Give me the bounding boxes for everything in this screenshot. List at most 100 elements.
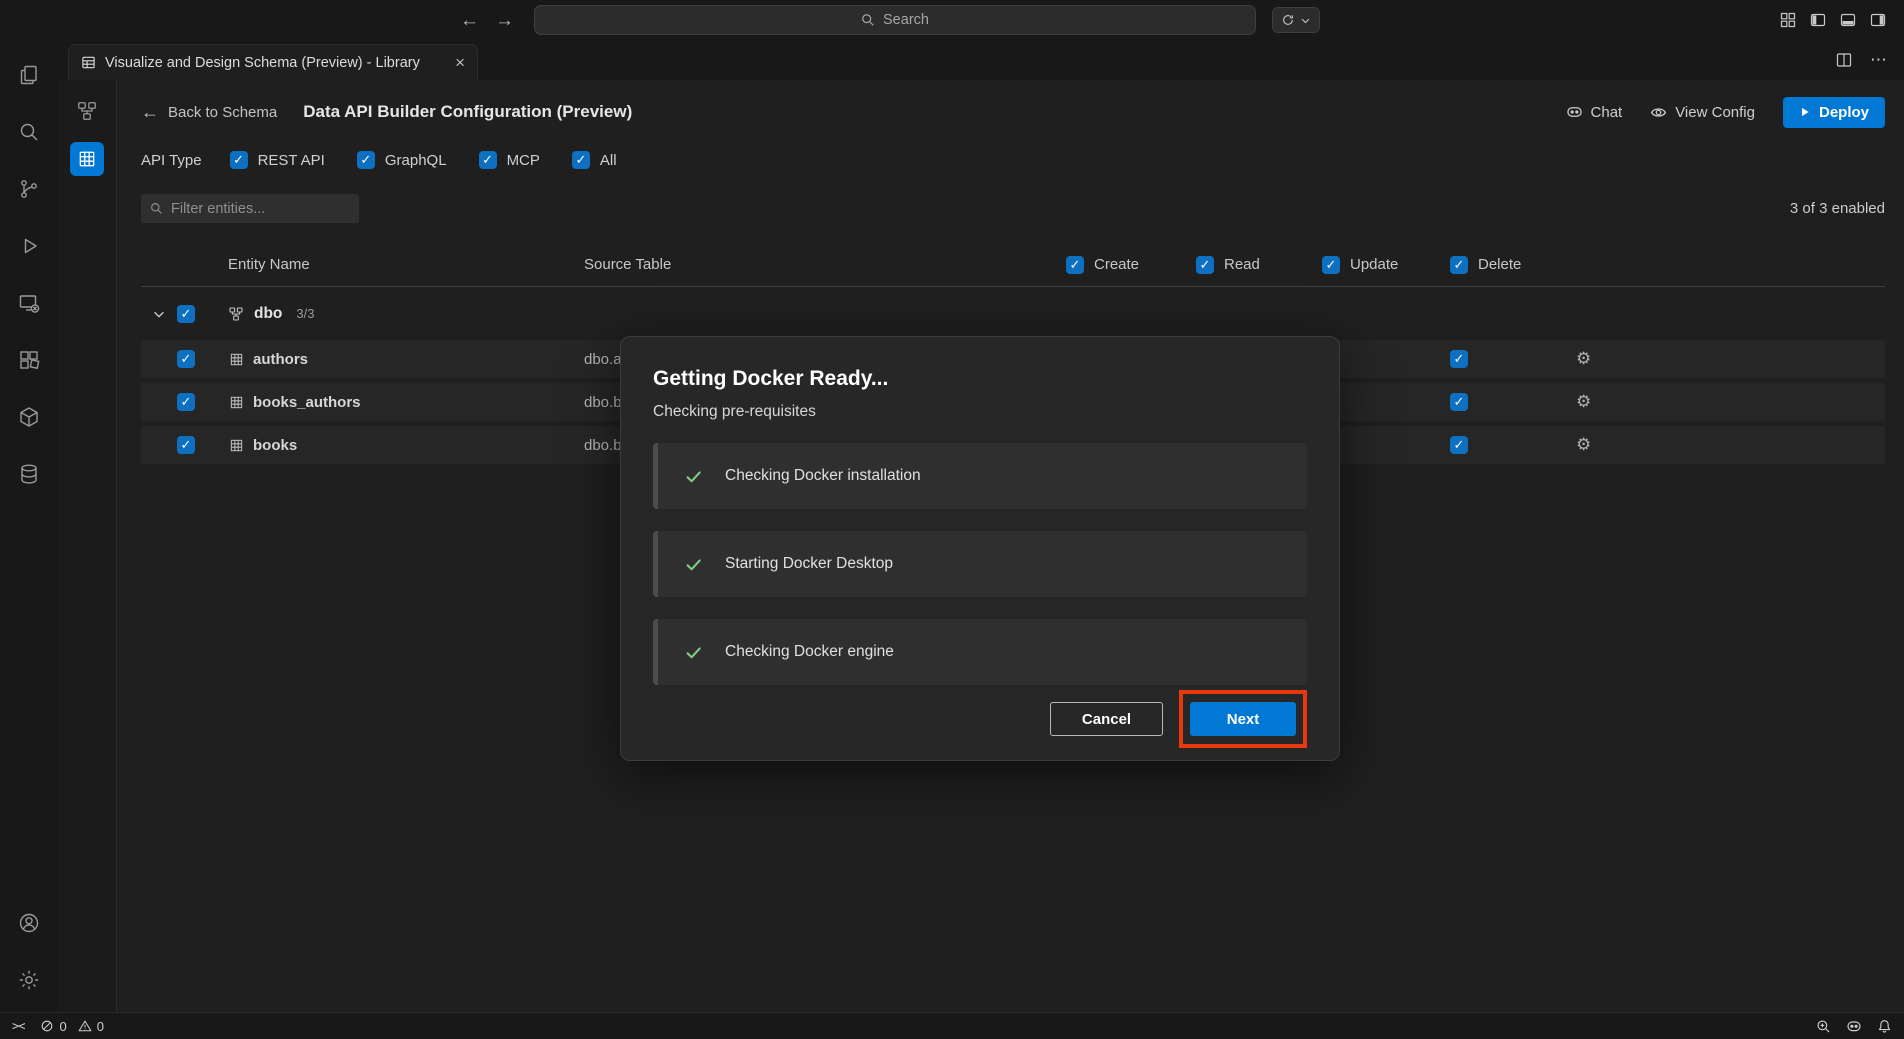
deploy-label: Deploy <box>1819 104 1869 121</box>
tab-title: Visualize and Design Schema (Preview) - … <box>105 55 446 71</box>
authors-delete-checkbox[interactable] <box>1450 350 1468 368</box>
toggle-panel-icon[interactable] <box>1840 12 1856 28</box>
api-option-all: All <box>572 151 617 169</box>
designer-toolbar <box>58 80 117 1012</box>
entity-name: authors <box>253 351 308 368</box>
enabled-count: 3 of 3 enabled <box>1790 200 1885 217</box>
vscode-window: ← → Search <box>0 0 1904 1039</box>
view-config-label: View Config <box>1675 104 1755 121</box>
books-checkbox[interactable] <box>177 436 195 454</box>
nav-back-icon[interactable]: ← <box>460 11 479 30</box>
zoom-in-icon[interactable] <box>1816 1019 1831 1034</box>
tab-visualize-design-schema[interactable]: Visualize and Design Schema (Preview) - … <box>68 44 478 80</box>
history-nav: ← → <box>460 11 514 30</box>
command-center-search[interactable]: Search <box>534 5 1256 35</box>
toggle-sidebar-left-icon[interactable] <box>1810 12 1826 28</box>
column-source-table: Source Table <box>584 256 1066 273</box>
delete-cell <box>1450 350 1570 368</box>
table-icon <box>229 395 244 410</box>
chevron-down-icon[interactable] <box>152 307 166 321</box>
remote-indicator[interactable]: >< <box>12 1019 24 1033</box>
create-all-checkbox[interactable] <box>1066 256 1084 274</box>
chat-button[interactable]: Chat <box>1566 104 1623 121</box>
entity-name-cell: books <box>217 437 584 454</box>
nav-forward-icon[interactable]: → <box>495 11 514 30</box>
split-editor-icon[interactable] <box>1836 52 1852 68</box>
row-settings-gear-icon[interactable]: ⚙ <box>1576 435 1885 455</box>
schema-designer-tool[interactable] <box>70 94 104 128</box>
deploy-button[interactable]: Deploy <box>1783 97 1885 128</box>
books-authors-checkbox[interactable] <box>177 393 195 411</box>
dab-config-tool[interactable] <box>70 142 104 176</box>
activitybar-source-control[interactable] <box>0 160 58 217</box>
cancel-button[interactable]: Cancel <box>1050 702 1163 736</box>
bell-icon[interactable] <box>1877 1019 1892 1034</box>
row-settings-gear-icon[interactable]: ⚙ <box>1576 349 1885 369</box>
activitybar-explorer[interactable] <box>0 46 58 103</box>
group-name-cell: dbo 3/3 <box>217 305 584 323</box>
account-icon <box>17 911 41 935</box>
mcp-label: MCP <box>507 152 540 169</box>
more-actions-icon[interactable]: ⋯ <box>1870 50 1888 70</box>
tab-close-icon[interactable]: × <box>455 53 465 73</box>
schema-graph-icon <box>76 100 98 122</box>
titlebar: ← → Search <box>0 0 1904 40</box>
update-all-checkbox[interactable] <box>1322 256 1340 274</box>
back-label: Back to Schema <box>168 104 277 121</box>
table-config-icon <box>77 149 97 169</box>
chat-icon <box>1566 104 1583 121</box>
dialog-actions: Cancel Next <box>653 690 1307 748</box>
session-dropdown[interactable] <box>1272 7 1320 33</box>
update-label: Update <box>1350 256 1398 273</box>
source-control-icon <box>17 177 41 201</box>
activitybar-extensions[interactable] <box>0 331 58 388</box>
read-all-checkbox[interactable] <box>1196 256 1214 274</box>
group-count: 3/3 <box>296 306 314 321</box>
dbo-group-checkbox[interactable] <box>177 305 195 323</box>
column-entity-name: Entity Name <box>217 256 584 273</box>
copilot-icon[interactable] <box>1846 1018 1862 1034</box>
view-config-button[interactable]: View Config <box>1650 104 1755 121</box>
next-button[interactable]: Next <box>1190 702 1296 736</box>
status-bar: >< 0 0 <box>0 1012 1904 1039</box>
column-update: Update <box>1322 256 1450 274</box>
api-type-label: API Type <box>141 152 202 169</box>
step-docker-desktop: Starting Docker Desktop <box>653 531 1307 597</box>
problems-indicator[interactable]: 0 0 <box>40 1019 103 1034</box>
graphql-checkbox[interactable] <box>357 151 375 169</box>
activitybar-run-debug[interactable] <box>0 217 58 274</box>
extensions-icon <box>17 348 41 372</box>
group-name: dbo <box>254 305 282 323</box>
authors-checkbox[interactable] <box>177 350 195 368</box>
delete-all-checkbox[interactable] <box>1450 256 1468 274</box>
activitybar-account[interactable] <box>0 894 58 951</box>
books-authors-delete-checkbox[interactable] <box>1450 393 1468 411</box>
chevron-down-icon <box>1300 15 1311 26</box>
activitybar-settings[interactable] <box>0 951 58 1008</box>
rest-api-label: REST API <box>258 152 325 169</box>
row-checkbox-cell <box>177 436 217 454</box>
table-icon <box>229 438 244 453</box>
warning-triangle-icon <box>78 1019 92 1033</box>
all-checkbox[interactable] <box>572 151 590 169</box>
activitybar-remote-explorer[interactable] <box>0 274 58 331</box>
filter-entities-input[interactable] <box>171 201 350 217</box>
delete-cell <box>1450 393 1570 411</box>
rest-api-checkbox[interactable] <box>230 151 248 169</box>
activitybar-bottom <box>0 894 58 1012</box>
activitybar-database[interactable] <box>0 445 58 502</box>
activitybar-search[interactable] <box>0 103 58 160</box>
create-label: Create <box>1094 256 1139 273</box>
customize-layout-icon[interactable] <box>1780 12 1796 28</box>
row-settings-gear-icon[interactable]: ⚙ <box>1576 392 1885 412</box>
toggle-sidebar-right-icon[interactable] <box>1870 12 1886 28</box>
column-delete: Delete <box>1450 256 1570 274</box>
warning-count: 0 <box>97 1019 104 1034</box>
mcp-checkbox[interactable] <box>479 151 497 169</box>
books-delete-checkbox[interactable] <box>1450 436 1468 454</box>
check-icon <box>684 467 703 486</box>
dialog-title: Getting Docker Ready... <box>653 367 1307 391</box>
activity-bar <box>0 40 58 1012</box>
back-to-schema-link[interactable]: ← Back to Schema <box>141 102 277 123</box>
activitybar-containers[interactable] <box>0 388 58 445</box>
